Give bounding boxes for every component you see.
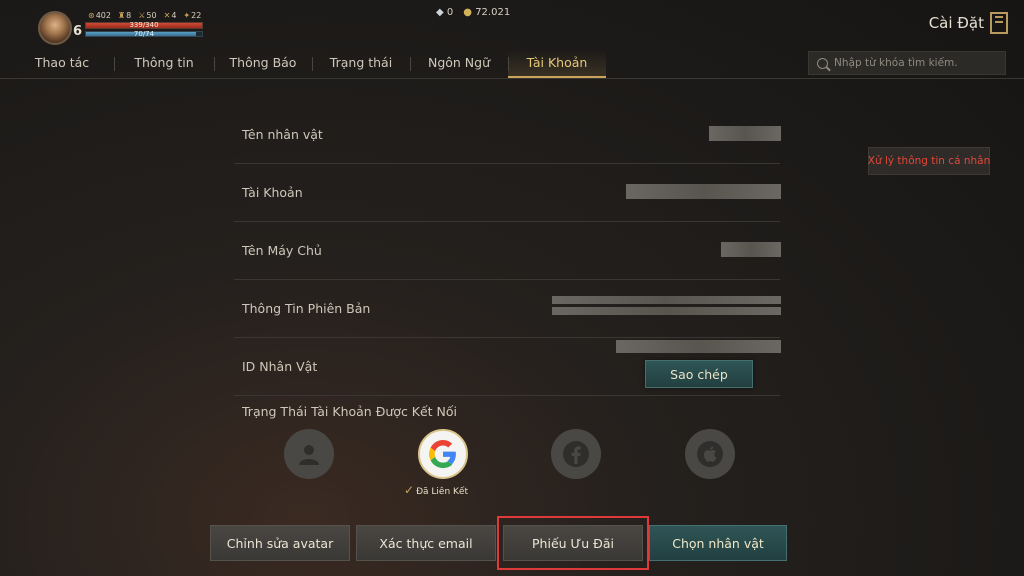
coin-icon: ● bbox=[463, 7, 472, 18]
tab-bar: Thao tác Thông tin Thông Báo Trạng thái … bbox=[10, 50, 606, 78]
mp-text: 70/74 bbox=[133, 30, 155, 38]
tab-account[interactable]: Tài Khoản bbox=[508, 50, 606, 78]
privacy-settings-button[interactable]: Xử lý thông tin cá nhân bbox=[868, 147, 990, 175]
search-icon bbox=[817, 57, 828, 69]
account-row-character-name: Tên nhân vật bbox=[234, 106, 781, 164]
google-icon bbox=[429, 440, 456, 468]
linked-accounts-title: Trạng Thái Tài Khoản Được Kết Nối bbox=[242, 404, 458, 419]
verify-email-button[interactable]: Xác thực email bbox=[356, 525, 496, 561]
row-label: Tài Khoản bbox=[242, 185, 303, 200]
star-icon: ✦ bbox=[183, 11, 191, 20]
power-icon: ⊛ bbox=[88, 11, 95, 20]
diamond-icon: ◆ bbox=[436, 7, 444, 18]
row-label: Thông Tin Phiên Bản bbox=[242, 301, 371, 316]
google-account-button[interactable] bbox=[418, 429, 468, 479]
currency-display: ◆ 0 ● 72.021 bbox=[436, 7, 510, 18]
stat-defense-value: 8 bbox=[126, 11, 132, 20]
stat-crit-value: 4 bbox=[171, 11, 177, 20]
search-box[interactable] bbox=[808, 51, 1006, 75]
stat-attack-value: 50 bbox=[146, 11, 157, 20]
guest-account-button[interactable] bbox=[284, 429, 334, 479]
page-title: Cài Đặt bbox=[928, 14, 984, 32]
sword-icon: ⚔ bbox=[138, 11, 146, 20]
select-character-button[interactable]: Chọn nhân vật bbox=[649, 525, 787, 561]
google-linked-status: ✓ Đã Liên Kết bbox=[404, 483, 468, 497]
stat-power: ⊛402 bbox=[88, 11, 111, 20]
row-label: Tên nhân vật bbox=[242, 127, 323, 142]
apple-icon bbox=[697, 441, 723, 467]
highlight-box bbox=[497, 516, 649, 570]
mp-bar: 70/74 bbox=[85, 30, 203, 38]
stat-speed-value: 22 bbox=[191, 11, 202, 20]
settings-menu-icon[interactable] bbox=[990, 12, 1008, 34]
tab-status[interactable]: Trạng thái bbox=[312, 50, 410, 78]
tab-info[interactable]: Thông tin bbox=[114, 50, 214, 78]
avatar[interactable] bbox=[38, 11, 72, 45]
player-stats: ⊛402 ♜8 ⚔50 ✕4 ✦22 bbox=[88, 11, 201, 20]
gold-value: 72.021 bbox=[475, 7, 511, 18]
gem-value: 0 bbox=[446, 7, 454, 18]
edit-avatar-button[interactable]: Chỉnh sửa avatar bbox=[210, 525, 350, 561]
account-row-account: Tài Khoản bbox=[234, 164, 781, 222]
redacted-value bbox=[552, 307, 781, 315]
tab-notifications[interactable]: Thông Báo bbox=[214, 50, 312, 78]
apple-account-button[interactable] bbox=[685, 429, 735, 479]
linked-status-label: Đã Liên Kết bbox=[416, 487, 468, 497]
crossed-swords-icon: ✕ bbox=[163, 11, 171, 20]
tab-controls[interactable]: Thao tác bbox=[10, 50, 114, 78]
stat-crit: ✕4 bbox=[164, 11, 177, 20]
row-label: ID Nhân Vật bbox=[242, 359, 318, 374]
tower-icon: ♜ bbox=[117, 11, 126, 20]
facebook-account-button[interactable] bbox=[551, 429, 601, 479]
user-icon bbox=[299, 445, 319, 465]
player-level: 6 bbox=[73, 24, 83, 39]
tab-language[interactable]: Ngôn Ngữ bbox=[410, 50, 508, 78]
copy-id-button[interactable]: Sao chép bbox=[645, 360, 753, 388]
account-info-panel: Tên nhân vật Tài Khoản Tên Máy Chủ Thông… bbox=[234, 106, 781, 396]
facebook-icon bbox=[563, 441, 589, 467]
player-status: 6 ⊛402 ♜8 ⚔50 ✕4 ✦22 339/340 70/74 bbox=[38, 11, 218, 47]
stat-power-value: 402 bbox=[95, 11, 111, 20]
tab-divider bbox=[0, 78, 1024, 79]
gem-counter: ◆ 0 bbox=[436, 7, 453, 18]
checkmark-icon: ✓ bbox=[404, 483, 415, 497]
stat-speed: ✦22 bbox=[183, 11, 201, 20]
gold-counter: ● 72.021 bbox=[463, 7, 510, 18]
redacted-value bbox=[721, 242, 781, 257]
account-row-server: Tên Máy Chủ bbox=[234, 222, 781, 280]
search-input[interactable] bbox=[834, 57, 1004, 69]
redacted-value bbox=[709, 126, 781, 141]
account-row-version: Thông Tin Phiên Bản bbox=[234, 280, 781, 338]
redacted-value bbox=[626, 184, 781, 199]
redacted-value bbox=[552, 296, 781, 304]
row-label: Tên Máy Chủ bbox=[242, 243, 322, 258]
stat-defense: ♜8 bbox=[118, 11, 131, 20]
stat-attack: ⚔50 bbox=[138, 11, 156, 20]
hp-bar: 339/340 bbox=[85, 21, 203, 29]
hp-text: 339/340 bbox=[129, 21, 159, 29]
redacted-value bbox=[616, 340, 781, 353]
